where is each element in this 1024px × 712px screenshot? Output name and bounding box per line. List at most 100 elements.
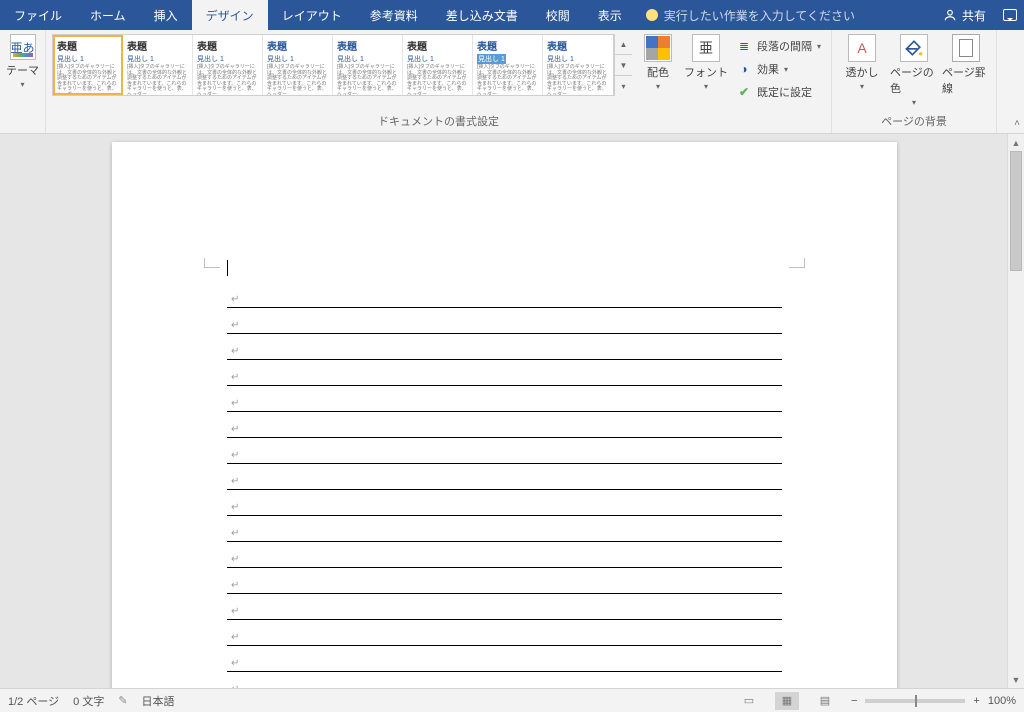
text-cursor	[227, 260, 228, 276]
chevron-down-icon: ▾	[704, 82, 708, 91]
vertical-scrollbar[interactable]: ▲ ▼	[1007, 134, 1024, 688]
style-set-thumb[interactable]: 表題 見出し 1 [挿入]タブのギャラリーには、文書の全体的な外観と調整するため…	[53, 35, 123, 95]
paragraph-mark-icon: ↵	[231, 424, 239, 435]
colors-icon	[644, 34, 672, 62]
page-color-button[interactable]: ページの色 ▾	[890, 34, 938, 107]
view-print-layout[interactable]: ▦	[775, 692, 799, 710]
themes-label: テーマ	[6, 62, 39, 78]
zoom-in-button[interactable]: +	[973, 695, 979, 707]
underline-row[interactable]: ↵	[227, 308, 782, 334]
underline-row[interactable]: ↵	[227, 464, 782, 490]
set-default-button[interactable]: ✔ 既定に設定	[732, 82, 825, 102]
underline-row[interactable]: ↵	[227, 334, 782, 360]
scroll-up-button[interactable]: ▲	[1008, 134, 1024, 151]
zoom-level[interactable]: 100%	[988, 695, 1016, 707]
chevron-down-icon: ▾	[817, 42, 821, 51]
chevron-down-icon: ▾	[784, 65, 788, 74]
paragraph-mark-icon: ↵	[231, 632, 239, 643]
paragraph-spacing-button[interactable]: ≣ 段落の間隔 ▾	[732, 36, 825, 56]
scroll-down-button[interactable]: ▼	[1008, 671, 1024, 688]
paragraph-mark-icon: ↵	[231, 528, 239, 539]
formatting-options: ≣ 段落の間隔 ▾ ◑ 効果 ▾ ✔ 既定に設定	[732, 34, 825, 102]
paragraph-mark-icon: ↵	[231, 320, 239, 331]
watermark-button[interactable]: A 透かし ▾	[838, 34, 886, 91]
watermark-label: 透かし	[846, 64, 879, 80]
gallery-up-button[interactable]: ▲	[615, 34, 632, 55]
zoom-out-button[interactable]: −	[851, 695, 857, 707]
tab-references[interactable]: 参考資料	[356, 0, 432, 30]
underline-row[interactable]: ↵	[227, 542, 782, 568]
group-label-page-background: ページの背景	[832, 111, 996, 133]
margin-corner-icon	[789, 258, 805, 268]
paragraph-mark-icon: ↵	[231, 554, 239, 565]
tab-home[interactable]: ホーム	[76, 0, 140, 30]
tab-design[interactable]: デザイン	[192, 0, 268, 30]
underline-row[interactable]: ↵	[227, 620, 782, 646]
colors-button[interactable]: 配色 ▾	[636, 34, 680, 91]
underline-row[interactable]: ↵	[227, 672, 782, 688]
status-language[interactable]: 日本語	[142, 693, 175, 709]
underline-row[interactable]: ↵	[227, 412, 782, 438]
collapse-ribbon-button[interactable]: ˄	[1014, 118, 1020, 129]
style-set-thumb[interactable]: 表題 見出し 1 [挿入]タブのギャラリーには、文書の全体的な外観と調整するため…	[193, 35, 263, 95]
chevron-down-icon: ▾	[860, 82, 864, 91]
page-borders-label: ページ罫線	[942, 64, 990, 96]
page-borders-icon	[952, 34, 980, 62]
paragraph-mark-icon: ↵	[231, 580, 239, 591]
status-word-count[interactable]: 0 文字	[73, 693, 104, 709]
underline-row[interactable]: ↵	[227, 490, 782, 516]
tab-layout[interactable]: レイアウト	[268, 0, 356, 30]
paragraph-mark-icon: ↵	[231, 346, 239, 357]
tab-file[interactable]: ファイル	[0, 0, 76, 30]
gallery-down-button[interactable]: ▼	[615, 55, 632, 76]
scroll-track[interactable]	[1008, 151, 1024, 671]
proofing-icon[interactable]: ✎	[118, 694, 127, 707]
zoom-slider[interactable]	[865, 699, 965, 703]
share-button[interactable]: 共有	[933, 0, 996, 30]
underline-row[interactable]: ↵	[227, 594, 782, 620]
style-set-thumb[interactable]: 表題 見出し 1 [挿入]タブのギャラリーには、文書の全体的な外観と調整するため…	[333, 35, 403, 95]
style-set-thumb[interactable]: 表題 見出し 1 [挿入]タブのギャラリーには、文書の全体的な外観と調整するため…	[123, 35, 193, 95]
underline-row[interactable]: ↵	[227, 282, 782, 308]
tab-view[interactable]: 表示	[584, 0, 636, 30]
style-set-thumb[interactable]: 表題 見出し 1 [挿入]タブのギャラリーには、文書の全体的な外観と調整するため…	[263, 35, 333, 95]
scroll-thumb[interactable]	[1010, 151, 1022, 271]
style-set-thumb[interactable]: 表題 見出し 1 [挿入]タブのギャラリーには、文書の全体的な外観と調整するため…	[403, 35, 473, 95]
tab-review[interactable]: 校閲	[532, 0, 584, 30]
status-page[interactable]: 1/2 ページ	[8, 693, 59, 709]
gallery-scroll: ▲ ▼ ▾	[614, 34, 632, 96]
underline-row[interactable]: ↵	[227, 438, 782, 464]
underline-row[interactable]: ↵	[227, 516, 782, 542]
margin-corner-icon	[204, 258, 220, 268]
ribbon-tabs: ファイル ホーム 挿入 デザイン レイアウト 参考資料 差し込み文書 校閲 表示…	[0, 0, 1024, 30]
underline-row[interactable]: ↵	[227, 568, 782, 594]
style-set-thumb[interactable]: 表題 見出し 1 [挿入]タブのギャラリーには、文書の全体的な外観と調整するため…	[473, 35, 543, 95]
effects-button[interactable]: ◑ 効果 ▾	[732, 59, 825, 79]
zoom-slider-thumb[interactable]	[915, 695, 917, 707]
tell-me-search[interactable]: 実行したい作業を入力してください	[636, 0, 865, 30]
paragraph-mark-icon: ↵	[231, 658, 239, 669]
style-set-thumb[interactable]: 表題 見出し 1 [挿入]タブのギャラリーには、文書の全体的な外観と調整するため…	[543, 35, 613, 95]
lightbulb-icon	[646, 9, 658, 21]
tab-mailings[interactable]: 差し込み文書	[432, 0, 532, 30]
view-web-layout[interactable]: ▤	[813, 692, 837, 710]
tab-insert[interactable]: 挿入	[140, 0, 192, 30]
page-color-icon	[900, 34, 928, 62]
underline-row[interactable]: ↵	[227, 360, 782, 386]
style-set-gallery[interactable]: 表題 見出し 1 [挿入]タブのギャラリーには、文書の全体的な外観と調整するため…	[52, 34, 614, 96]
underline-row[interactable]: ↵	[227, 646, 782, 672]
document-workspace: ↵↵↵↵↵↵↵↵↵↵↵↵↵↵↵↵ ▲ ▼	[0, 134, 1024, 688]
comments-button[interactable]	[996, 0, 1024, 30]
underline-row[interactable]: ↵	[227, 386, 782, 412]
ribbon: 亜あ テーマ ▾ 表題 見出し 1 [挿入]タブのギャラリーには、文書の全体的な…	[0, 30, 1024, 134]
document-page[interactable]: ↵↵↵↵↵↵↵↵↵↵↵↵↵↵↵↵	[112, 142, 897, 688]
fonts-button[interactable]: 亜 フォント ▾	[684, 34, 728, 91]
gallery-more-button[interactable]: ▾	[615, 76, 632, 96]
themes-button[interactable]: 亜あ テーマ ▾	[6, 34, 39, 89]
lined-area: ↵↵↵↵↵↵↵↵↵↵↵↵↵↵↵↵	[227, 282, 782, 688]
page-borders-button[interactable]: ページ罫線	[942, 34, 990, 96]
paragraph-mark-icon: ↵	[231, 476, 239, 487]
comment-icon	[1003, 9, 1017, 21]
view-read-mode[interactable]: ▭	[737, 692, 761, 710]
colors-label: 配色	[647, 64, 669, 80]
